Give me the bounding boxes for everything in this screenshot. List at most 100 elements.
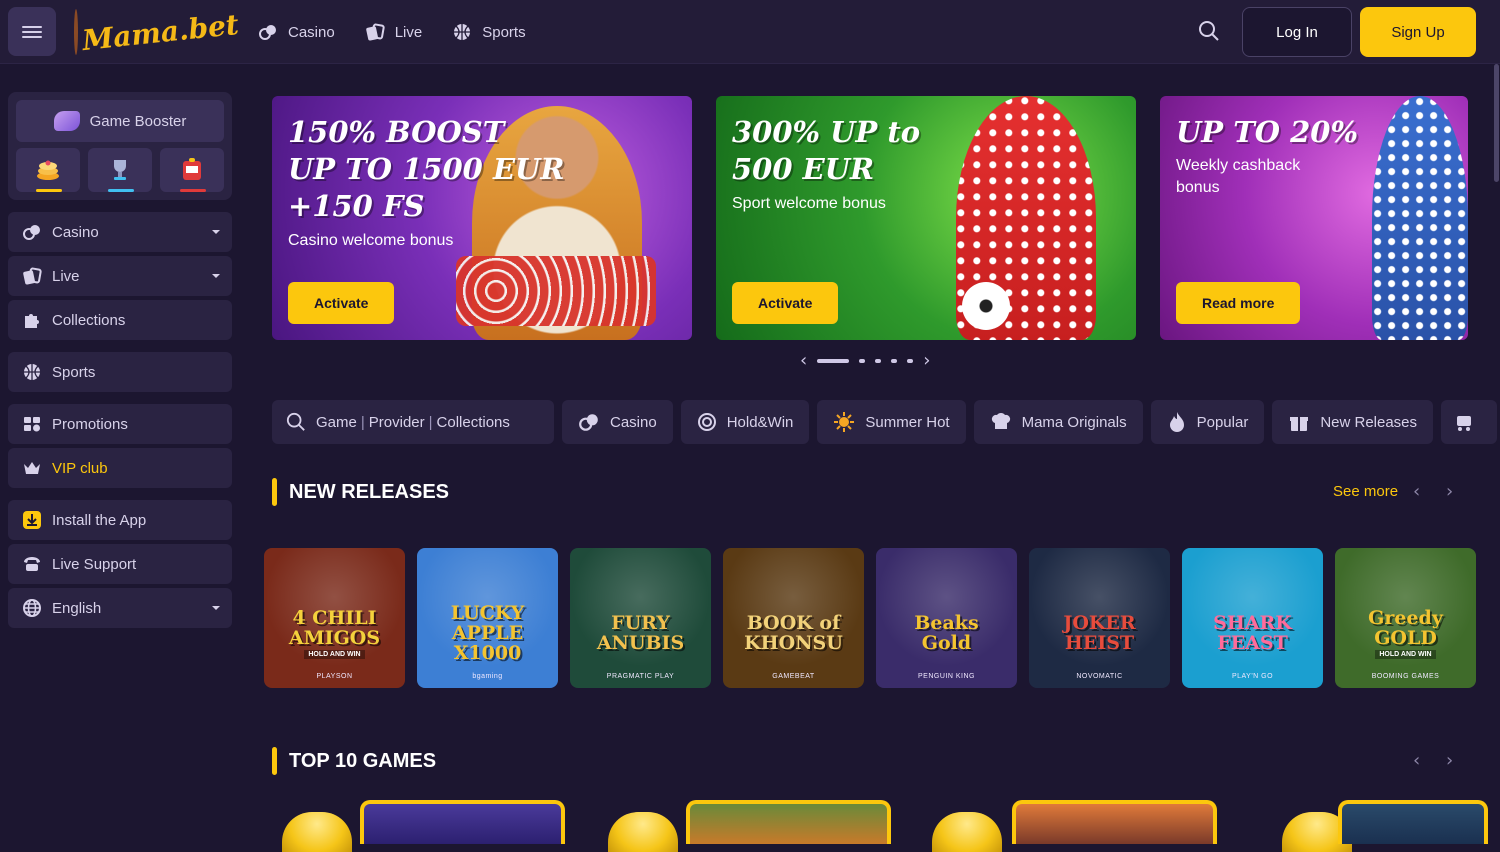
filter-more[interactable]	[1441, 400, 1498, 444]
game-search-input[interactable]: Game | Provider | Collections	[272, 400, 554, 444]
banner-title: 150% BOOST UP TO 1500 EUR +150 FS	[288, 115, 565, 223]
activate-button[interactable]: Activate	[732, 282, 839, 324]
booster-slot-underline	[180, 189, 206, 192]
game-provider: GAMEBEAT	[772, 673, 815, 680]
filter-hold-win[interactable]: Hold&Win	[680, 400, 810, 444]
logo-text: Mama.bet	[80, 7, 241, 57]
live-cards-icon	[365, 23, 385, 41]
booster-slot-trophy[interactable]	[88, 148, 152, 192]
nav-casino[interactable]: Casino	[258, 22, 335, 42]
read-more-button[interactable]: Read more	[1176, 282, 1301, 324]
pancakes-icon	[37, 160, 59, 180]
title-accent-bar	[272, 478, 277, 506]
game-card[interactable]: Greedy GOLD HOLD AND WIN BOOMING GAMES	[1335, 548, 1476, 688]
logo[interactable]: Mama.bet	[74, 6, 240, 58]
sidebar-item-label: Live Support	[52, 555, 137, 573]
promo-banner-sport[interactable]: 300% UP to 500 EUR Sport welcome bonus A…	[716, 96, 1136, 340]
game-subtitle: HOLD AND WIN	[304, 649, 365, 659]
game-provider: NOVOMATIC	[1076, 673, 1123, 680]
filter-popular[interactable]: Popular	[1150, 400, 1265, 444]
filter-summer-hot[interactable]: Summer Hot	[817, 400, 966, 444]
search-button[interactable]	[1198, 20, 1220, 47]
filter-mama-originals[interactable]: Mama Originals	[973, 400, 1143, 444]
filter-label: Casino	[610, 413, 657, 431]
new-releases-carousel: 4 CHILI AMIGOS HOLD AND WIN PLAYSON LUCKY A…	[264, 548, 1476, 688]
banner-title: UP TO 20%	[1176, 115, 1359, 149]
sidebar-item-collections[interactable]: Collections	[8, 300, 232, 340]
game-booster-button[interactable]: Game Booster	[16, 100, 224, 142]
filter-label: Popular	[1196, 413, 1249, 431]
sidebar-item-live-support[interactable]: Live Support	[8, 544, 232, 584]
filter-casino[interactable]: Casino	[562, 400, 673, 444]
basketball-icon	[24, 364, 40, 380]
search-icon	[1199, 21, 1219, 41]
game-card[interactable]: Beaks Gold PENGUIN KING	[876, 548, 1017, 688]
game-booster-panel: Game Booster	[8, 92, 232, 200]
language-selector[interactable]: English	[8, 588, 232, 628]
top10-game-card[interactable]	[1012, 800, 1217, 844]
carousel-dot[interactable]	[891, 358, 898, 363]
top10-game-card[interactable]	[686, 800, 891, 844]
top-bar: Mama.bet Casino Live Sports Log In Sign …	[0, 0, 1500, 64]
search-placeholder-game: Game	[316, 413, 357, 431]
top10-game-card[interactable]	[1338, 800, 1488, 844]
chevron-left-icon[interactable]: ‹	[1413, 750, 1420, 771]
promo-banner-casino[interactable]: 150% BOOST UP TO 1500 EUR +150 FS Casino…	[272, 96, 692, 340]
game-title: FURY ANUBIS	[596, 612, 685, 654]
chevron-left-icon[interactable]: ‹	[1413, 481, 1420, 502]
booster-slot-underline	[36, 189, 62, 192]
game-card[interactable]: LUCKY APPLE X1000 bgaming	[417, 548, 558, 688]
game-subtitle: HOLD AND WIN	[1375, 649, 1436, 659]
booster-slot-underline	[108, 189, 134, 192]
sidebar-item-casino[interactable]: Casino	[8, 212, 232, 252]
promo-banner-cashback[interactable]: UP TO 20% Weekly cashback bonus Read mor…	[1160, 96, 1468, 340]
nav-sports[interactable]: Sports	[452, 22, 526, 42]
banner-chips-tray	[456, 256, 656, 326]
scrollbar-thumb[interactable]	[1494, 64, 1499, 182]
sidebar-item-label: Install the App	[52, 511, 147, 529]
game-booster-label: Game Booster	[89, 112, 187, 130]
chevron-right-icon[interactable]: ›	[1446, 750, 1453, 771]
hamburger-menu-button[interactable]	[8, 7, 56, 56]
see-more-link[interactable]: See more	[1333, 483, 1398, 500]
basketball-icon	[454, 24, 471, 40]
game-card[interactable]: 4 CHILI AMIGOS HOLD AND WIN PLAYSON	[264, 548, 405, 688]
soccer-ball-image	[962, 282, 1010, 330]
flame-icon	[1169, 412, 1184, 432]
hold-win-icon	[697, 413, 716, 431]
filter-new-releases[interactable]: New Releases	[1272, 400, 1434, 444]
sidebar-item-install-app[interactable]: Install the App	[8, 500, 232, 540]
nav-live[interactable]: Live	[365, 22, 422, 42]
chevron-left-icon[interactable]: ‹	[800, 350, 807, 371]
separator: |	[428, 413, 433, 431]
sidebar-item-vip-club[interactable]: VIP club	[8, 448, 232, 488]
chevron-right-icon[interactable]: ›	[923, 350, 930, 371]
chevron-down-icon	[212, 606, 220, 610]
carousel-dot[interactable]	[859, 358, 866, 363]
signup-button[interactable]: Sign Up	[1360, 7, 1476, 57]
sidebar-item-live[interactable]: Live	[8, 256, 232, 296]
booster-slot-pancakes[interactable]	[16, 148, 80, 192]
game-provider: PRAGMATIC PLAY	[606, 673, 675, 680]
booster-slot-machine[interactable]	[160, 148, 224, 192]
carousel-dot[interactable]	[875, 358, 882, 363]
login-button[interactable]: Log In	[1242, 7, 1352, 57]
activate-button[interactable]: Activate	[288, 282, 395, 324]
game-card[interactable]: BOOK of KHONSU GAMEBEAT	[723, 548, 864, 688]
game-provider: PLAY'N GO	[1231, 673, 1274, 680]
game-title: SHARK FEAST	[1213, 612, 1292, 654]
sun-icon	[834, 412, 855, 432]
game-card[interactable]: SHARK FEAST PLAY'N GO	[1182, 548, 1323, 688]
chevron-right-icon[interactable]: ›	[1446, 481, 1453, 502]
carousel-dot[interactable]	[817, 358, 850, 363]
rank-number-1	[282, 812, 352, 852]
rank-number-2	[608, 812, 678, 852]
top10-game-card[interactable]	[360, 800, 565, 844]
filter-label: New Releases	[1320, 413, 1418, 431]
game-card[interactable]: JOKER HEIST NOVOMATIC	[1029, 548, 1170, 688]
game-title: 4 CHILI AMIGOS	[288, 606, 381, 649]
sidebar-item-sports[interactable]: Sports	[8, 352, 232, 392]
carousel-dot[interactable]	[907, 358, 914, 363]
sidebar-item-promotions[interactable]: Promotions	[8, 404, 232, 444]
game-card[interactable]: FURY ANUBIS PRAGMATIC PLAY	[570, 548, 711, 688]
